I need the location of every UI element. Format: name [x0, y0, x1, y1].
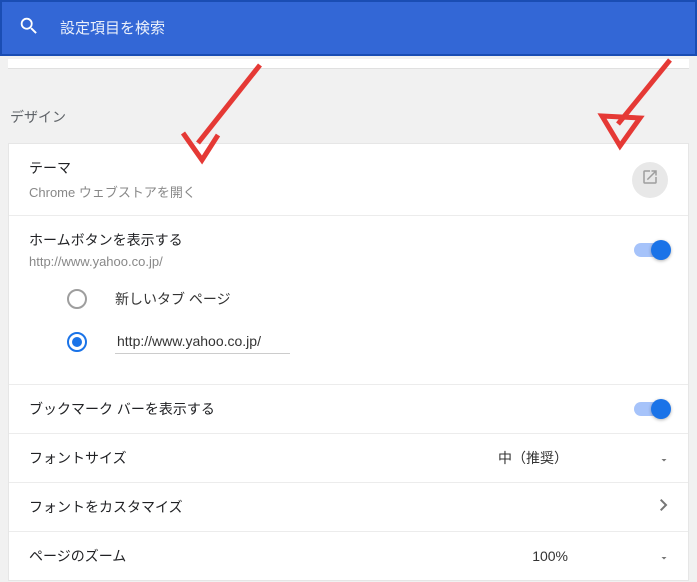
bookmark-bar-toggle[interactable] [634, 402, 668, 416]
font-size-value: 中（推奨） [498, 448, 568, 468]
bookmark-bar-row: ブックマーク バーを表示する [9, 385, 688, 434]
search-icon [18, 15, 60, 42]
dropdown-icon [658, 453, 668, 463]
page-zoom-value: 100% [532, 548, 568, 564]
home-button-radio-group: 新しいタブ ページ [9, 275, 688, 385]
custom-url-input[interactable] [115, 329, 290, 354]
theme-sub: Chrome ウェブストアを開く [29, 182, 632, 201]
external-link-icon [641, 168, 659, 191]
font-customize-label: フォントをカスタマイズ [29, 497, 183, 517]
search-input[interactable] [60, 20, 679, 37]
settings-search-bar [0, 0, 697, 56]
radio-icon [67, 289, 87, 309]
design-card: テーマ Chrome ウェブストアを開く ホームボタンを表示する http://… [8, 143, 689, 581]
page-zoom-row[interactable]: ページのズーム 100% [9, 532, 688, 580]
home-button-sub: http://www.yahoo.co.jp/ [29, 254, 634, 269]
radio-icon-checked [67, 332, 87, 352]
section-title-design: デザイン [0, 69, 697, 143]
font-customize-row[interactable]: フォントをカスタマイズ [9, 483, 688, 532]
page-zoom-label: ページのズーム [29, 546, 126, 566]
theme-row[interactable]: テーマ Chrome ウェブストアを開く [9, 144, 688, 216]
dropdown-icon [658, 551, 668, 561]
theme-label: テーマ [29, 158, 632, 178]
font-size-label: フォントサイズ [29, 448, 127, 468]
radio-new-tab-label: 新しいタブ ページ [115, 289, 231, 309]
radio-new-tab[interactable]: 新しいタブ ページ [67, 279, 668, 319]
home-button-row: ホームボタンを表示する http://www.yahoo.co.jp/ [9, 216, 688, 275]
chevron-right-icon [660, 498, 668, 516]
home-button-label: ホームボタンを表示する [29, 230, 634, 250]
previous-section-peek [8, 59, 689, 69]
bookmark-bar-label: ブックマーク バーを表示する [29, 399, 215, 419]
font-size-row[interactable]: フォントサイズ 中（推奨） [9, 434, 688, 483]
home-button-toggle[interactable] [634, 243, 668, 257]
open-webstore-button[interactable] [632, 162, 668, 198]
radio-custom-url[interactable] [67, 319, 668, 364]
